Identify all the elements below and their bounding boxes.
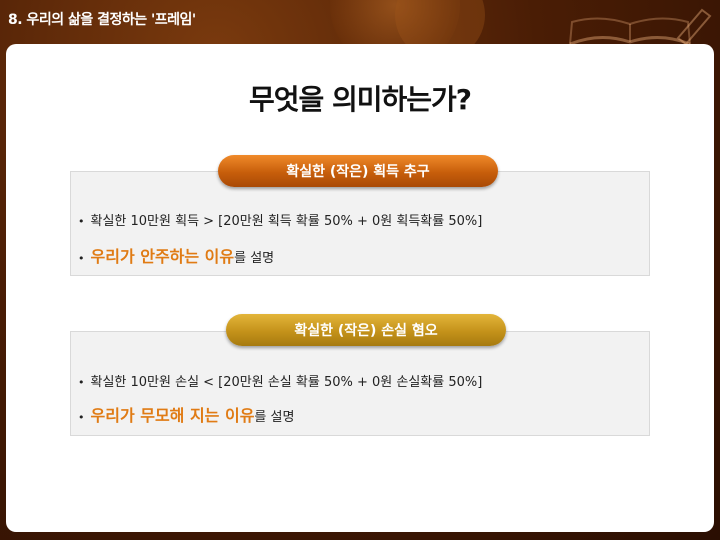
bullet-highlight: 우리가 안주하는 이유 <box>90 247 235 266</box>
bullet-marker: • <box>78 215 85 228</box>
bullet-marker: • <box>78 376 85 389</box>
bullet-text: 확실한 10만원 손실 < [20만원 손실 확률 50% + 0원 손실확률 … <box>90 375 483 390</box>
bullet-rest: 를 설명 <box>234 251 275 266</box>
bullet-marker: • <box>78 411 85 424</box>
section-pill-loss: 확실한 (작은) 손실 혐오 <box>226 314 506 346</box>
bullet-text: 확실한 10만원 획득 > [20만원 획득 확률 50% + 0원 획득확률 … <box>90 214 483 229</box>
bullet-item: • 확실한 10만원 손실 < [20만원 손실 확률 50% + 0원 손실확률… <box>78 371 482 390</box>
bullet-rest: 를 설명 <box>254 410 295 425</box>
bullet-item: • 우리가 안주하는 이유를 설명 <box>78 243 274 267</box>
bullet-highlight: 우리가 무모해 지는 이유 <box>90 406 255 425</box>
bullet-marker: • <box>78 252 85 265</box>
section-pill-gain: 확실한 (작은) 획득 추구 <box>218 155 498 187</box>
slide-header-title: 8. 우리의 삶을 결정하는 '프레임' <box>8 12 196 28</box>
bullet-item: • 우리가 무모해 지는 이유를 설명 <box>78 402 294 426</box>
page-title: 무엇을 의미하는가? <box>248 83 472 116</box>
pencil-icon <box>676 8 712 44</box>
bullet-item: • 확실한 10만원 획득 > [20만원 획득 확률 50% + 0원 획득확률… <box>78 210 482 229</box>
